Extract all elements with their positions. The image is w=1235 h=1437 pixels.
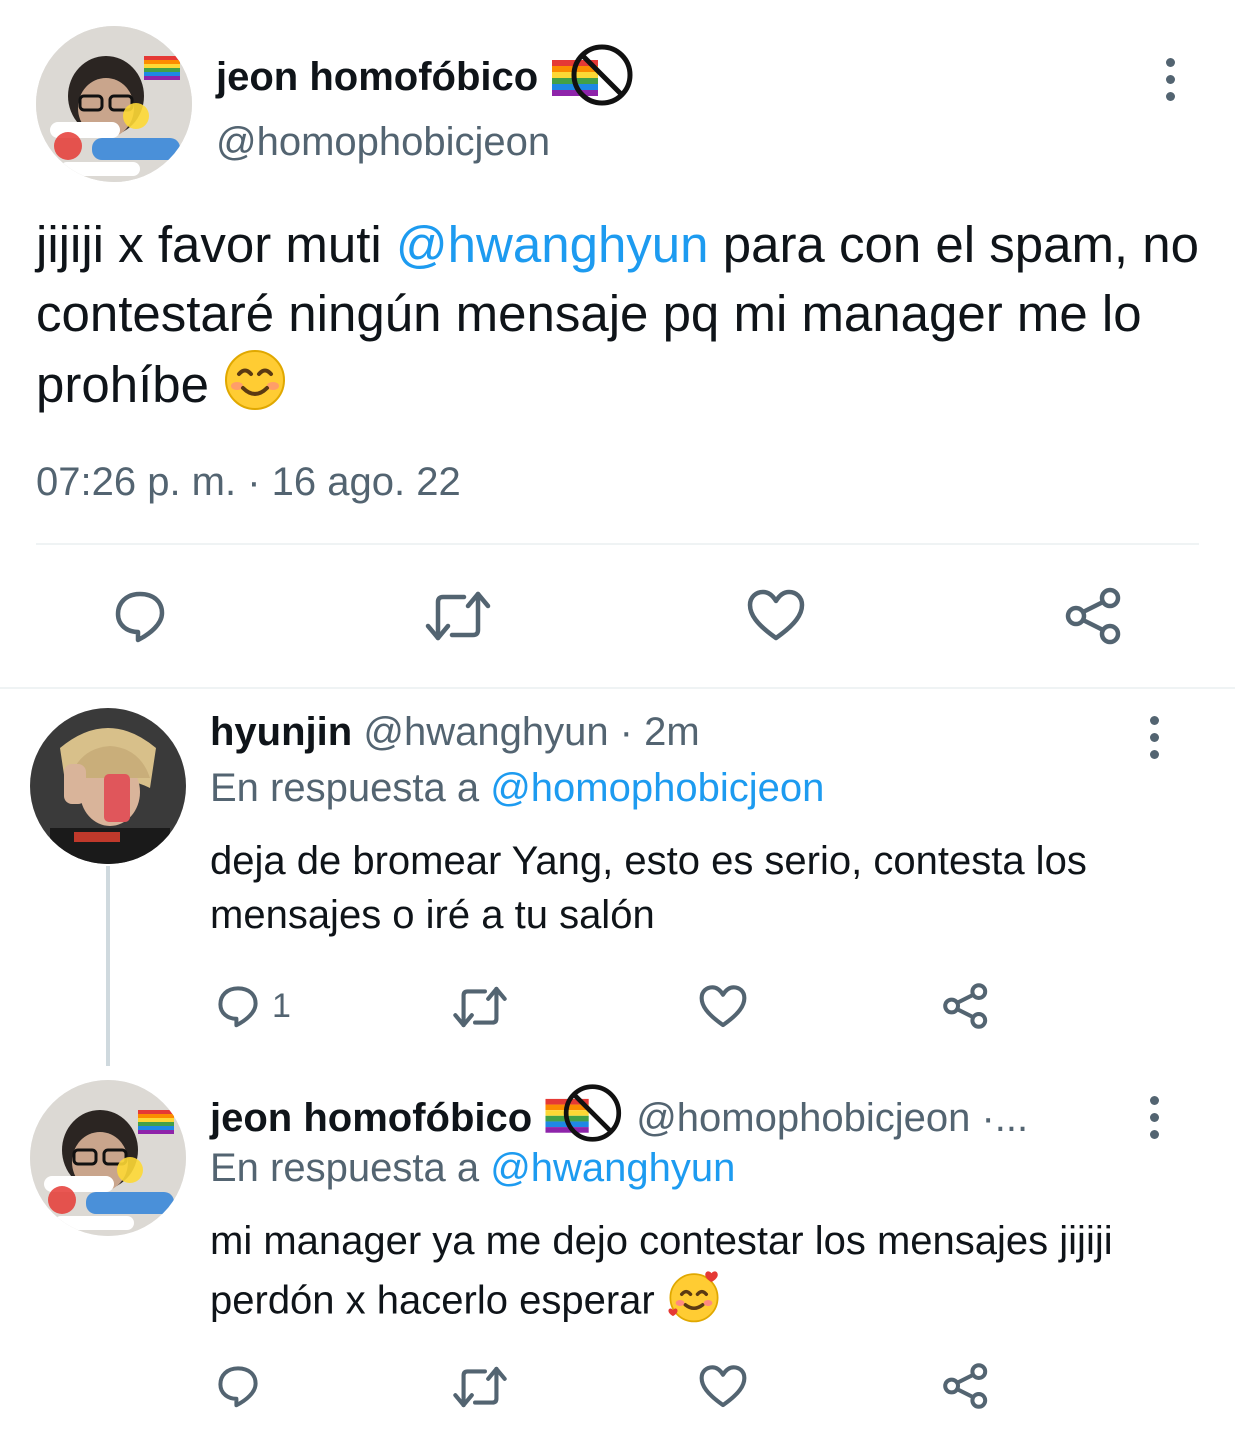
reply-context: En respuesta a: [210, 766, 491, 810]
avatar-homophobicjeon[interactable]: [30, 1080, 186, 1236]
smiling-face-with-hearts-emoji: [666, 1268, 722, 1338]
share-button[interactable]: [942, 1362, 990, 1410]
handle-time[interactable]: @homophobicjeon ·...: [636, 1096, 1028, 1141]
share-button[interactable]: [1064, 586, 1124, 646]
timestamp[interactable]: 07:26 p. m. · 16 ago. 22: [36, 460, 461, 505]
no-rainbow-flag-emoji: [542, 1082, 626, 1154]
tweet-text: mi manager ya me dejo contestar los mens…: [210, 1214, 1170, 1338]
tweet-text: jijiji x favor muti @hwanghyun para con …: [36, 210, 1206, 429]
reply-to-link[interactable]: @hwanghyun: [490, 1146, 735, 1190]
more-vertical-icon[interactable]: [1142, 1096, 1166, 1139]
divider: [0, 687, 1235, 689]
retweet-button[interactable]: [424, 588, 492, 644]
share-icon: [943, 1363, 988, 1409]
mention-link[interactable]: @hwanghyun: [396, 216, 709, 273]
thread-line: [106, 866, 110, 1066]
reply-button[interactable]: 1: [214, 982, 291, 1030]
reply-button[interactable]: [214, 1362, 262, 1410]
retweet-button[interactable]: [452, 984, 508, 1030]
avatar-homophobicjeon[interactable]: [36, 26, 192, 182]
tweet-text-start: jijiji x favor muti: [36, 216, 396, 273]
handle-time[interactable]: @hwanghyun · 2m: [363, 710, 699, 754]
share-icon: [1065, 587, 1121, 645]
reply-to-link[interactable]: @homophobicjeon: [490, 766, 824, 810]
avatar-hwanghyun[interactable]: [30, 708, 186, 864]
reply-icon: [218, 986, 258, 1028]
tweet-text-content: mi manager ya me dejo contestar los mens…: [210, 1219, 1113, 1323]
smiling-face-emoji: [223, 348, 287, 429]
like-button[interactable]: [698, 984, 748, 1030]
like-icon: [699, 1365, 747, 1408]
reply-icon: [115, 591, 165, 643]
reply-icon: [218, 1366, 258, 1408]
divider: [36, 543, 1199, 545]
reply-button[interactable]: [110, 586, 170, 646]
share-button[interactable]: [942, 982, 990, 1030]
reply-context: En respuesta a: [210, 1146, 491, 1190]
retweet-button[interactable]: [452, 1364, 508, 1410]
more-vertical-icon[interactable]: [1142, 716, 1166, 759]
like-button[interactable]: [698, 1364, 748, 1410]
handle[interactable]: @homophobicjeon: [216, 120, 550, 165]
like-icon: [747, 589, 805, 641]
retweet-icon: [453, 986, 507, 1028]
retweet-icon: [425, 591, 491, 641]
like-button[interactable]: [746, 588, 806, 644]
like-icon: [699, 985, 747, 1028]
display-name[interactable]: jeon homofóbico: [216, 55, 538, 100]
retweet-icon: [453, 1366, 507, 1408]
tweet-text: deja de bromear Yang, esto es serio, con…: [210, 839, 1087, 937]
display-name[interactable]: hyunjin: [210, 710, 352, 754]
reply-count: 1: [272, 986, 291, 1025]
no-rainbow-flag-emoji: [550, 42, 636, 113]
share-icon: [943, 983, 988, 1029]
more-vertical-icon[interactable]: [1158, 58, 1182, 101]
display-name[interactable]: jeon homofóbico: [210, 1096, 532, 1141]
